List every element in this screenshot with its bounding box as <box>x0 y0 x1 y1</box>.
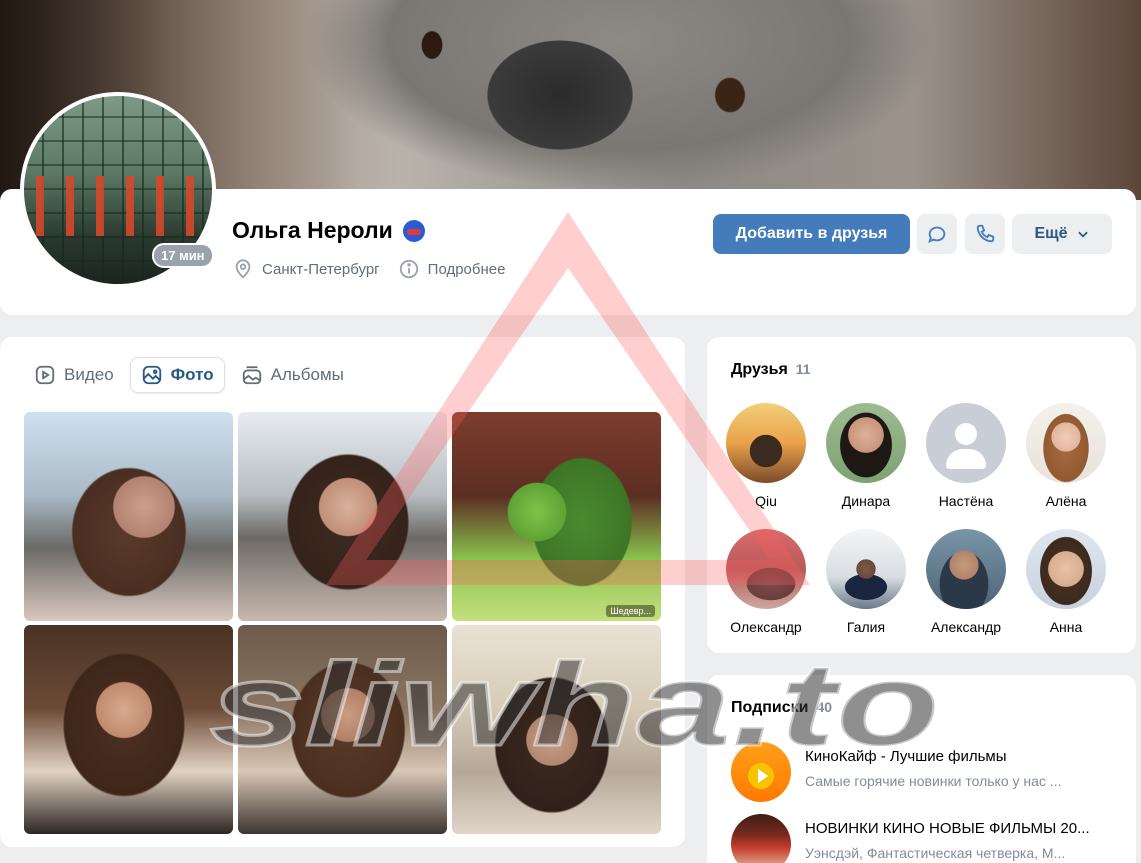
friend-item[interactable]: Галия <box>816 529 916 635</box>
photo-4[interactable] <box>24 625 233 834</box>
profile-info-row: Санкт-Петербург Подробнее <box>232 258 505 280</box>
tab-photo-label: Фото <box>170 365 214 384</box>
subscription-title: КиноКайф - Лучшие фильмы <box>805 748 1007 765</box>
friend-name: Анна <box>1049 619 1083 635</box>
friend-item[interactable]: Анна <box>1016 529 1116 635</box>
photo-1[interactable] <box>24 412 233 621</box>
next-card-edge <box>24 851 661 863</box>
photo-3-caption: Шедевр... <box>606 605 655 617</box>
friends-count: 11 <box>795 361 811 377</box>
city-text: Санкт-Петербург <box>262 260 380 278</box>
online-status-badge: 17 мин <box>152 243 214 268</box>
chevron-down-icon <box>1077 231 1088 238</box>
profile-name-row: Ольга Нероли <box>232 217 425 244</box>
tab-video-label: Видео <box>64 365 114 384</box>
subscriptions-count: 40 <box>816 699 833 715</box>
profile-name: Ольга Нероли <box>232 217 393 243</box>
albums-icon <box>242 366 261 385</box>
friends-header[interactable]: Друзья 11 <box>731 361 811 379</box>
tab-video[interactable]: Видео <box>24 358 124 392</box>
subscription-title: НОВИНКИ КИНО НОВЫЕ ФИЛЬМЫ 20... <box>805 820 1090 837</box>
friend-item[interactable]: Алёна <box>1016 403 1116 509</box>
photo-5[interactable] <box>238 625 447 834</box>
phone-icon <box>976 224 995 243</box>
subscription-avatar <box>731 814 791 863</box>
add-friend-button[interactable]: Добавить в друзья <box>713 214 910 254</box>
friend-avatar <box>1026 403 1106 483</box>
friend-name: Алёна <box>1045 493 1087 509</box>
call-button[interactable] <box>965 214 1005 254</box>
photo-grid: Шедевр... <box>24 412 661 834</box>
emoji-status-icon[interactable] <box>402 219 425 242</box>
friend-name: Динара <box>841 493 891 509</box>
more-info-link[interactable]: Подробнее <box>398 258 506 280</box>
message-icon <box>928 226 946 244</box>
default-avatar-icon <box>926 403 1006 483</box>
friend-item[interactable]: Настёна <box>916 403 1016 509</box>
friend-name: Олександр <box>730 619 802 635</box>
friends-grid: Qiu Динара Настёна Алёна Олександр Галия… <box>716 403 1126 635</box>
avatar-figures <box>24 176 212 236</box>
friend-avatar <box>826 403 906 483</box>
info-icon <box>399 259 418 279</box>
friends-title: Друзья <box>731 361 788 378</box>
friend-avatar <box>926 529 1006 609</box>
photo-6[interactable] <box>452 625 661 834</box>
more-actions-label: Ещё <box>1034 225 1068 242</box>
subscription-desc: Самые горячие новинки только у нас ... <box>805 773 1062 789</box>
subscriptions-header[interactable]: Подписки 40 <box>731 699 832 717</box>
subscription-desc: Уэнсдэй, Фантастическая четверка, М... <box>805 845 1066 861</box>
friend-name: Галия <box>846 619 886 635</box>
friend-name: Настёна <box>938 493 994 509</box>
subscriptions-title: Подписки <box>731 699 809 716</box>
friend-avatar <box>726 529 806 609</box>
friend-item[interactable]: Динара <box>816 403 916 509</box>
tab-photo[interactable]: Фото <box>129 357 225 393</box>
online-time-text: 17 мин <box>154 245 212 266</box>
friend-item[interactable]: Олександр <box>716 529 816 635</box>
friend-avatar <box>1026 529 1106 609</box>
location-item: Санкт-Петербург <box>232 258 380 280</box>
friend-avatar <box>726 403 806 483</box>
friend-avatar <box>826 529 906 609</box>
tab-albums-label: Альбомы <box>270 365 344 384</box>
message-button[interactable] <box>917 214 957 254</box>
media-tabs: Видео Фото Альбомы <box>24 357 354 393</box>
friend-item[interactable]: Александр <box>916 529 1016 635</box>
friend-item[interactable]: Qiu <box>716 403 816 509</box>
photo-3[interactable]: Шедевр... <box>452 412 661 621</box>
photo-icon <box>142 365 161 385</box>
location-pin-icon <box>235 259 251 279</box>
subscription-item[interactable]: НОВИНКИ КИНО НОВЫЕ ФИЛЬМЫ 20... Уэнсдэй,… <box>731 814 1116 863</box>
subscription-item[interactable]: КиноКайф - Лучшие фильмы Самые горячие н… <box>731 742 1116 802</box>
more-actions-button[interactable]: Ещё <box>1012 214 1112 254</box>
friend-name: Александр <box>930 619 1002 635</box>
friend-name: Qiu <box>755 493 777 509</box>
more-info-text: Подробнее <box>427 260 506 278</box>
photo-2[interactable] <box>238 412 447 621</box>
play-icon <box>731 742 791 802</box>
video-icon <box>35 365 55 385</box>
tab-albums[interactable]: Альбомы <box>231 358 354 392</box>
